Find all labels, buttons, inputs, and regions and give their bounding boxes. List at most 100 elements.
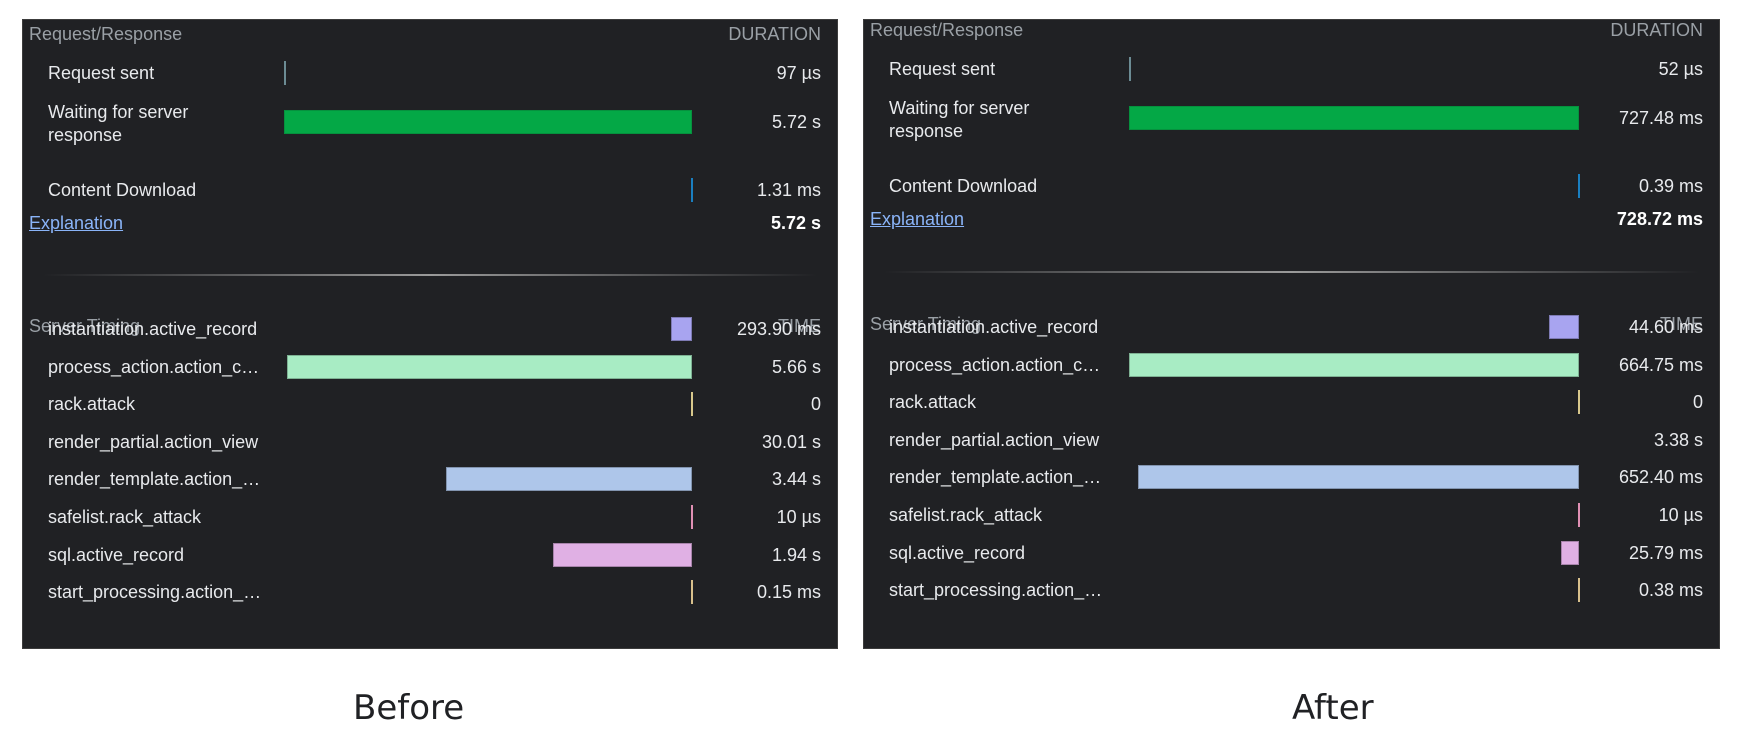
server-timing-row-render-partial: render_partial.action_view 30.01 s — [23, 424, 821, 460]
timing-row-content-download: Content Download 1.31 ms — [23, 172, 821, 208]
row-label: rack.attack — [889, 392, 977, 413]
timing-bar — [1561, 540, 1579, 565]
timing-tick — [1578, 390, 1580, 415]
row-value: 5.72 s — [771, 112, 821, 132]
timing-row-waiting: Waiting for server response 727.48 ms — [864, 98, 1703, 141]
timing-tick — [691, 392, 693, 417]
section-title: Request/Response — [870, 20, 1024, 40]
content-download-tick — [691, 178, 693, 202]
timing-row-request-sent: Request sent 52 µs — [864, 51, 1703, 87]
row-value: 44.60 ms — [1628, 317, 1703, 337]
row-label: Request sent — [48, 63, 155, 83]
row-value: 10 µs — [776, 507, 821, 527]
row-label: safelist.rack_attack — [889, 505, 1043, 525]
row-label: render_template.action_… — [48, 469, 261, 490]
request-sent-tick — [1129, 57, 1131, 81]
row-value: 3.44 s — [771, 469, 821, 490]
section-divider — [884, 271, 1699, 273]
row-label: rack.attack — [48, 394, 136, 415]
row-label: start_processing.action_… — [48, 582, 262, 603]
row-value: 1.94 s — [771, 544, 821, 565]
row-label: sql.active_record — [48, 544, 185, 565]
row-label: instantiation.active_record — [889, 317, 1099, 337]
total-duration: 728.72 ms — [1616, 209, 1703, 229]
row-value: 52 µs — [1658, 59, 1703, 79]
server-timing-row-start-processing: start_processing.action_… 0.15 ms — [23, 574, 821, 610]
timing-panel-before: Request/Response DURATION Request sent 9… — [22, 19, 838, 649]
row-value: 10 µs — [1658, 505, 1703, 525]
waiting-bar — [284, 110, 692, 134]
timing-tick — [1578, 578, 1580, 603]
row-value: 0.39 ms — [1638, 176, 1703, 196]
total-duration: 5.72 s — [770, 213, 821, 233]
row-label: render_partial.action_view — [889, 429, 1100, 450]
request-response-header: Request/Response DURATION — [870, 20, 1703, 42]
duration-column-header: DURATION — [1610, 20, 1703, 40]
row-label: instantiation.active_record — [48, 319, 258, 339]
row-value: 25.79 ms — [1628, 542, 1703, 563]
row-value: 664.75 ms — [1618, 354, 1703, 375]
timing-bar — [1138, 465, 1579, 490]
server-timing-row-render-template: render_template.action_… 3.44 s — [23, 461, 821, 497]
caption-before: Before — [353, 688, 465, 728]
row-value: 1.31 ms — [756, 180, 821, 200]
row-value: 30.01 s — [761, 431, 821, 452]
request-response-header: Request/Response DURATION — [29, 24, 821, 46]
row-value: 0.15 ms — [756, 582, 821, 603]
row-label: process_action.action_c… — [48, 356, 260, 377]
row-value: 5.66 s — [771, 356, 821, 377]
timing-row-request-sent: Request sent 97 µs — [23, 55, 821, 91]
server-timing-row-rack-attack: rack.attack 0 — [23, 386, 821, 422]
row-value: 0 — [1692, 392, 1703, 413]
timing-bar — [287, 354, 692, 379]
duration-column-header: DURATION — [728, 24, 821, 44]
row-value: 727.48 ms — [1618, 108, 1703, 128]
server-timing-row-sql-active-record: sql.active_record 25.79 ms — [864, 535, 1703, 571]
row-label: sql.active_record — [889, 542, 1026, 563]
timing-row-waiting: Waiting for server response 5.72 s — [23, 102, 821, 145]
timing-bar — [1549, 315, 1579, 339]
server-timing-row-process-action: process_action.action_c… 664.75 ms — [864, 347, 1703, 383]
row-value: 3.38 s — [1653, 429, 1703, 450]
server-timing-row-rack-attack: rack.attack 0 — [864, 384, 1703, 420]
row-label: Waiting for server response — [48, 102, 189, 145]
row-label: Request sent — [889, 59, 996, 79]
request-sent-tick — [284, 61, 286, 85]
row-label: Waiting for server response — [889, 98, 1030, 141]
section-divider — [43, 274, 817, 276]
timing-bar — [671, 317, 692, 341]
server-timing-row-process-action: process_action.action_c… 5.66 s — [23, 349, 821, 385]
server-timing-row-render-template: render_template.action_… 652.40 ms — [864, 459, 1703, 495]
server-timing-row-sql-active-record: sql.active_record 1.94 s — [23, 537, 821, 573]
timing-tick — [691, 505, 693, 529]
timing-tick — [1578, 503, 1580, 527]
explanation-link[interactable]: Explanation — [870, 209, 964, 230]
content-download-tick — [1578, 174, 1580, 198]
row-label: Content Download — [889, 176, 1038, 196]
row-value: 0 — [810, 394, 821, 415]
server-timing-row-instantiation-active-record: instantiation.active_record 293.90 ms — [23, 311, 821, 347]
server-timing-row-render-partial: render_partial.action_view 3.38 s — [864, 422, 1703, 458]
explanation-link[interactable]: Explanation — [29, 213, 123, 234]
row-label: start_processing.action_… — [889, 580, 1103, 601]
timing-bar — [446, 467, 692, 492]
row-value: 293.90 ms — [736, 319, 821, 339]
row-value: 97 µs — [776, 63, 821, 83]
row-label: Content Download — [48, 180, 197, 200]
row-label: process_action.action_c… — [889, 354, 1101, 375]
server-timing-row-safelist-rack-attack: safelist.rack_attack 10 µs — [23, 499, 821, 535]
timing-bar — [553, 542, 692, 567]
section-title: Request/Response — [29, 24, 183, 44]
server-timing-row-start-processing: start_processing.action_… 0.38 ms — [864, 572, 1703, 608]
row-value: 0.38 ms — [1638, 580, 1703, 601]
timing-bar — [1129, 352, 1579, 377]
row-label: render_partial.action_view — [48, 431, 259, 452]
timing-row-content-download: Content Download 0.39 ms — [864, 168, 1703, 204]
waiting-bar — [1129, 106, 1579, 130]
row-value: 652.40 ms — [1618, 467, 1703, 488]
caption-after: After — [1292, 688, 1374, 728]
server-timing-row-safelist-rack-attack: safelist.rack_attack 10 µs — [864, 497, 1703, 533]
server-timing-row-instantiation-active-record: instantiation.active_record 44.60 ms — [864, 309, 1703, 345]
row-label: safelist.rack_attack — [48, 507, 202, 527]
timing-panel-after: Request/Response DURATION Request sent 5… — [863, 19, 1720, 649]
